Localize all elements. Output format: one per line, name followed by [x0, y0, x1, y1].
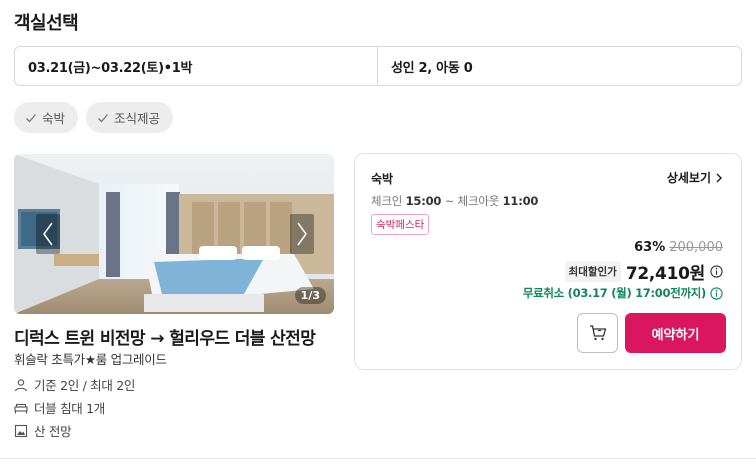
filter-chip-label: 조식제공	[114, 111, 161, 126]
photo-prev-button[interactable]	[36, 214, 60, 254]
occupancy-info: 기준 2인 / 최대 2인	[14, 375, 135, 394]
info-icon[interactable]	[710, 265, 723, 278]
promo-badge: 숙박페스타	[371, 214, 430, 235]
rate-type: 숙박	[371, 172, 394, 186]
checkin-label: 체크인	[371, 194, 403, 208]
filter-chip-label: 숙박	[42, 111, 66, 126]
cart-icon	[589, 325, 606, 341]
filter-chips: 숙박 조식제공	[14, 102, 174, 133]
checkin-checkout-times: 체크인 15:00 ~ 체크아웃 11:00	[371, 193, 538, 209]
photo-counter: 1/3	[294, 287, 326, 304]
price-row: 최대할인가 72,410원	[564, 259, 723, 284]
room-subtitle: 휘슬락 초특가★룸 업그레이드	[14, 352, 167, 367]
occupancy-text: 기준 2인 / 최대 2인	[34, 378, 136, 393]
room-name: 디럭스 트윈 비전망 → 헐리우드 더블 산전망	[14, 329, 316, 349]
filter-chip-stay[interactable]: 숙박	[14, 102, 79, 133]
room-photo	[14, 154, 334, 314]
date-selector[interactable]: 03.21(금)~03.22(토)•1박	[15, 47, 378, 85]
chevron-right-icon	[716, 173, 722, 182]
check-icon	[98, 113, 109, 122]
original-price: 200,000	[669, 240, 723, 255]
discount-row: 63% 200,000	[634, 240, 723, 255]
checkout-time: 11:00	[502, 194, 539, 208]
discount-percent: 63%	[634, 240, 666, 255]
view-text: 산 전망	[34, 424, 72, 439]
checkout-label: 체크아웃	[457, 194, 500, 208]
search-conditions-bar: 03.21(금)~03.22(토)•1박 성인 2, 아동 0	[14, 46, 742, 86]
details-link[interactable]: 상세보기	[667, 169, 723, 186]
checkin-time: 15:00	[405, 194, 442, 208]
time-separator: ~	[444, 194, 458, 208]
info-icon[interactable]	[710, 286, 723, 300]
view-info: 산 전망	[14, 421, 72, 440]
chevron-right-icon	[297, 222, 307, 246]
section-title: 객실선택	[14, 13, 79, 34]
chevron-left-icon	[43, 222, 53, 246]
check-icon	[26, 113, 36, 122]
reserve-button[interactable]: 예약하기	[625, 313, 726, 353]
image-icon	[14, 424, 28, 437]
final-price: 72,410원	[625, 264, 705, 284]
section-divider	[0, 458, 756, 459]
filter-chip-breakfast[interactable]: 조식제공	[86, 102, 174, 133]
bed-text: 더블 침대 1개	[34, 401, 105, 416]
add-to-cart-button[interactable]	[577, 313, 618, 353]
guest-selector[interactable]: 성인 2, 아동 0	[378, 47, 741, 85]
max-discount-badge: 최대할인가	[564, 261, 621, 282]
details-link-label: 상세보기	[666, 171, 711, 185]
free-cancel-info: 무료취소 (03.17 (월) 17:00전까지)	[523, 285, 723, 301]
room-photo-carousel[interactable]: 1/3	[14, 154, 334, 314]
photo-next-button[interactable]	[290, 214, 314, 254]
bed-info: 더블 침대 1개	[14, 398, 105, 417]
free-cancel-text: 무료취소 (03.17 (월) 17:00전까지)	[522, 286, 706, 300]
rate-card: 숙박 상세보기 체크인 15:00 ~ 체크아웃 11:00 숙박페스타 63%…	[354, 153, 742, 370]
person-icon	[14, 378, 28, 391]
bed-icon	[14, 403, 28, 413]
